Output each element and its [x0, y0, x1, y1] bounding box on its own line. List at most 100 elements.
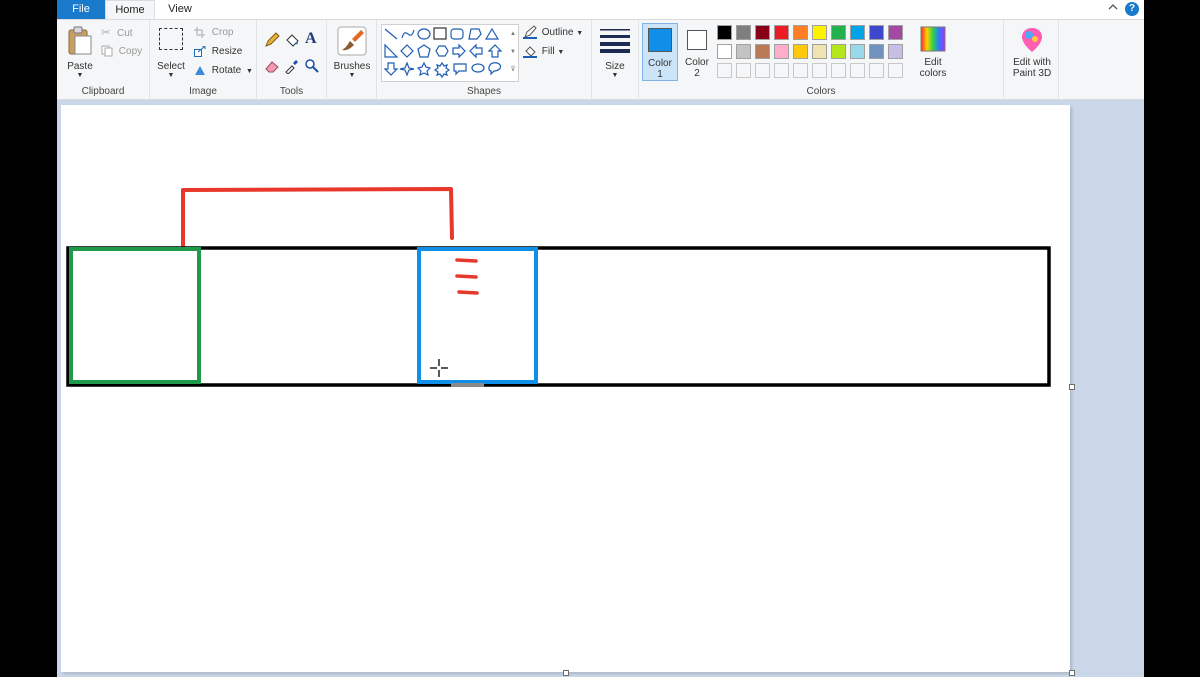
color-swatch[interactable]: [869, 25, 884, 40]
color-swatch[interactable]: [793, 25, 808, 40]
group-clipboard: Paste ▼ ✂ Cut Copy Clipboard: [57, 20, 150, 100]
canvas-workspace: [57, 100, 1144, 677]
pentagon-shape-icon: [417, 44, 431, 58]
more-shapes-icon[interactable]: ⊽: [508, 61, 518, 79]
fill-label: Fill: [541, 46, 555, 57]
scroll-up-icon[interactable]: ▲: [508, 25, 518, 43]
empty-color-swatch[interactable]: [774, 63, 789, 78]
color-swatch[interactable]: [755, 25, 770, 40]
color1-swatch: [648, 28, 672, 52]
resize-button[interactable]: Resize: [194, 44, 242, 60]
color-swatch[interactable]: [736, 25, 751, 40]
rectangle-shape-icon: [433, 27, 447, 40]
color-swatch[interactable]: [774, 44, 789, 59]
color2-number: 2: [694, 68, 700, 79]
brush-icon: [337, 26, 367, 56]
group-label-shapes: Shapes: [467, 86, 501, 97]
right-arrow-shape-icon: [452, 43, 466, 59]
pencil-icon[interactable]: [264, 32, 280, 48]
resize-handle-bottom[interactable]: [563, 670, 569, 676]
eraser-icon[interactable]: [264, 58, 280, 74]
select-button[interactable]: Select ▼: [156, 24, 186, 82]
triangle-shape-icon: [484, 27, 500, 40]
color-swatch[interactable]: [793, 44, 808, 59]
scroll-down-icon[interactable]: ▼: [508, 43, 518, 61]
empty-color-swatch[interactable]: [812, 63, 827, 78]
color-picker-icon[interactable]: [284, 58, 300, 74]
empty-color-swatch[interactable]: [717, 63, 732, 78]
color2-button[interactable]: Color 2: [679, 23, 715, 81]
resize-handle-right[interactable]: [1069, 384, 1075, 390]
group-shapes: ▲ ▼ ⊽ Outline ▼ Fill ▼ Shapes: [377, 20, 592, 100]
group-image: Select ▼ Crop Resize Rotate ▼ Image: [150, 20, 257, 100]
resize-handle-corner[interactable]: [1069, 670, 1075, 676]
color-swatch[interactable]: [812, 44, 827, 59]
edit-with-paint3d-button[interactable]: Edit with Paint 3D: [1006, 24, 1058, 82]
color-swatch[interactable]: [869, 44, 884, 59]
color-swatch[interactable]: [850, 44, 865, 59]
color-swatch[interactable]: [755, 44, 770, 59]
tab-file[interactable]: File: [57, 0, 105, 19]
cut-button[interactable]: ✂ Cut: [101, 25, 133, 41]
edit-colors-button[interactable]: Edit colors: [912, 24, 954, 82]
scissors-icon: ✂: [101, 27, 111, 39]
fill-bucket-icon[interactable]: [284, 32, 300, 48]
shapes-icons: [383, 27, 503, 79]
chevron-up-icon[interactable]: [1108, 2, 1118, 14]
tab-view[interactable]: View: [157, 0, 203, 19]
empty-color-swatch[interactable]: [755, 63, 770, 78]
empty-color-swatch[interactable]: [736, 63, 751, 78]
group-label-tools: Tools: [279, 86, 304, 97]
copy-button[interactable]: Copy: [101, 44, 142, 60]
curve-shape-icon: [401, 29, 415, 39]
red-dash-marks: [455, 258, 479, 295]
copy-label: Copy: [118, 46, 143, 57]
color2-label: Color: [685, 57, 709, 68]
empty-color-swatch[interactable]: [888, 63, 903, 78]
rotate-button[interactable]: Rotate ▼: [194, 63, 253, 79]
brushes-button[interactable]: Brushes ▼: [331, 24, 373, 82]
green-rectangle: [69, 247, 201, 384]
oval-callout-shape-icon: [471, 63, 485, 73]
color1-button[interactable]: Color 1: [642, 23, 678, 81]
rounded-rectangle-shape-icon: [450, 28, 464, 40]
text-tool-icon[interactable]: A: [305, 30, 317, 48]
drawing-canvas[interactable]: [61, 105, 1070, 672]
empty-color-swatch[interactable]: [850, 63, 865, 78]
paint3d-icon: [1022, 28, 1042, 52]
help-icon[interactable]: ?: [1125, 2, 1139, 16]
paste-button[interactable]: Paste ▼: [63, 24, 97, 82]
color-swatch[interactable]: [831, 25, 846, 40]
color-swatch[interactable]: [736, 44, 751, 59]
color-swatch[interactable]: [774, 25, 789, 40]
left-arrow-shape-icon: [469, 43, 483, 59]
color-swatch[interactable]: [717, 44, 732, 59]
size-button[interactable]: Size ▼: [596, 24, 634, 82]
line-shape-icon: [384, 28, 398, 40]
color-swatch[interactable]: [717, 25, 732, 40]
color-swatch[interactable]: [888, 25, 903, 40]
polygon-shape-icon: [468, 28, 482, 40]
color-swatch[interactable]: [812, 25, 827, 40]
color-swatch[interactable]: [888, 44, 903, 59]
color-swatch[interactable]: [850, 25, 865, 40]
ribbon-home: Paste ▼ ✂ Cut Copy Clipboard Select ▼ Cr…: [57, 19, 1144, 100]
color-swatch[interactable]: [831, 44, 846, 59]
shapes-gallery[interactable]: ▲ ▼ ⊽: [381, 24, 519, 82]
tab-home[interactable]: Home: [105, 0, 155, 19]
chevron-down-icon: ▼: [557, 49, 565, 56]
outline-button[interactable]: Outline ▼: [523, 25, 583, 41]
magnifier-icon[interactable]: [304, 58, 320, 74]
group-colors: Color 1 Color 2 Edit colors Colors: [639, 20, 1004, 100]
resize-label: Resize: [211, 46, 243, 57]
ribbon-tab-bar: File Home View ?: [57, 0, 1144, 19]
paste-label: Paste: [67, 61, 93, 72]
crop-button[interactable]: Crop: [194, 25, 233, 41]
fill-button[interactable]: Fill ▼: [523, 44, 564, 60]
empty-color-swatch[interactable]: [869, 63, 884, 78]
empty-color-swatch[interactable]: [793, 63, 808, 78]
outline-label: Outline: [541, 27, 574, 38]
group-paint3d: Edit with Paint 3D: [1004, 20, 1059, 100]
paint-window: File Home View ? Paste ▼ ✂ Cut Copy Clip…: [57, 0, 1144, 677]
empty-color-swatch[interactable]: [831, 63, 846, 78]
